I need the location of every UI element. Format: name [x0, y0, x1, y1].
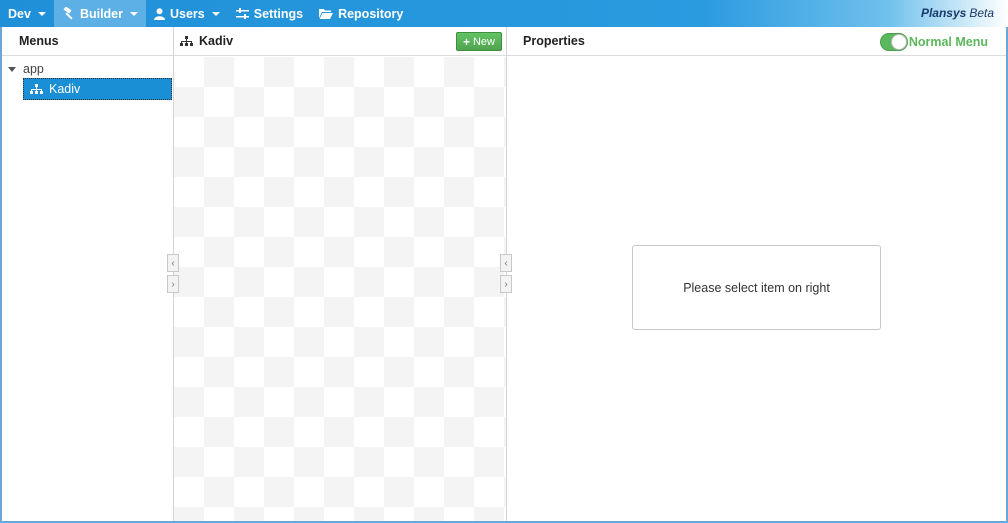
- nav-users[interactable]: Users: [146, 0, 228, 27]
- nav-dev[interactable]: Dev: [0, 0, 54, 27]
- nav-settings[interactable]: Settings: [228, 0, 311, 27]
- editor-canvas[interactable]: [174, 57, 506, 521]
- nav-repository-label: Repository: [338, 6, 404, 21]
- properties-panel: Properties Normal Menu Please select ite…: [507, 27, 1006, 521]
- new-button-label: New: [472, 35, 495, 48]
- menu-editor-header: Kadiv + New: [174, 27, 506, 56]
- nav-settings-label: Settings: [253, 6, 304, 21]
- new-button[interactable]: + New: [455, 32, 502, 51]
- nav-dev-label: Dev: [8, 6, 31, 21]
- sitemap-icon: [180, 35, 193, 47]
- plus-icon: +: [462, 34, 470, 49]
- expand-right-button[interactable]: ›: [167, 275, 179, 293]
- tree-node-label: app: [23, 62, 44, 76]
- properties-panel-title: Properties: [523, 34, 585, 48]
- normal-menu-label[interactable]: Normal Menu: [909, 35, 988, 49]
- chevron-down-icon: [37, 11, 46, 16]
- nav-repository[interactable]: Repository: [311, 0, 411, 27]
- nav-users-label: Users: [170, 6, 205, 21]
- menus-panel: Menus app Kadiv: [2, 27, 174, 521]
- sitemap-icon: [30, 83, 43, 95]
- menu-editor-title: Kadiv: [199, 34, 234, 48]
- collapse-left-button[interactable]: ‹: [167, 254, 179, 272]
- nav-builder-label: Builder: [79, 6, 123, 21]
- gavel-icon: [62, 7, 75, 20]
- user-icon: [154, 7, 165, 20]
- normal-menu-toggle[interactable]: [880, 33, 908, 51]
- menus-panel-header: Menus: [2, 27, 173, 56]
- nav-builder[interactable]: Builder: [53, 0, 146, 27]
- tree-node-label: Kadiv: [49, 82, 81, 96]
- brand-name: Plansys: [920, 6, 967, 20]
- menus-panel-title: Menus: [19, 34, 59, 48]
- tree-node-app[interactable]: app: [8, 62, 44, 76]
- empty-properties-message: Please select item on right: [632, 245, 881, 330]
- caret-down-icon[interactable]: [8, 66, 16, 72]
- chevron-right-icon: ›: [171, 278, 175, 290]
- top-navbar: Dev Builder Users Settings Repository Pl…: [0, 0, 1008, 27]
- chevron-down-icon: [211, 11, 220, 16]
- chevron-left-icon: ‹: [171, 257, 175, 269]
- brand-suffix: Beta: [969, 6, 994, 20]
- folder-open-icon: [319, 8, 334, 19]
- brand-logo: Plansys Beta: [921, 6, 994, 20]
- sliders-icon: [235, 7, 249, 20]
- empty-properties-text: Please select item on right: [683, 280, 830, 295]
- tree-node-kadiv[interactable]: Kadiv: [23, 78, 172, 100]
- menu-editor-panel: Kadiv + New: [174, 27, 507, 521]
- toggle-knob: [891, 34, 907, 50]
- chevron-down-icon: [130, 11, 138, 16]
